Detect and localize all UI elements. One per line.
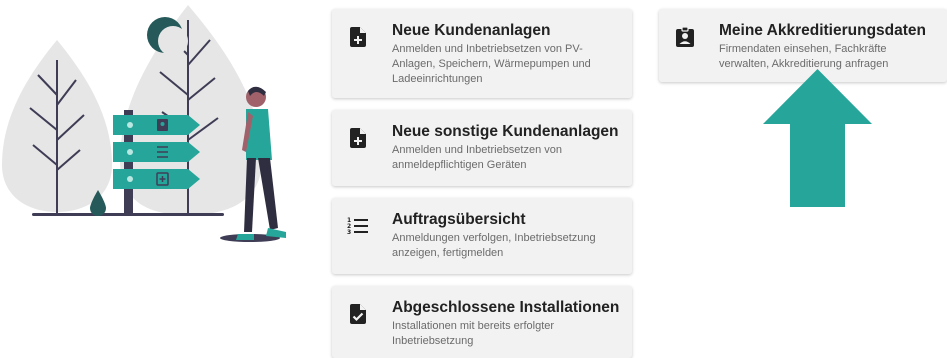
card-neue-sonstige-kundenanlagen[interactable]: Neue sonstige Kundenanlagen Anmelden und… bbox=[332, 110, 632, 186]
card-description: Anmelden und Inbetriebsetzen von anmelde… bbox=[392, 144, 563, 171]
card-auftragsuebersicht[interactable]: 1 2 3 Auftragsübersicht Anmeldungen verf… bbox=[332, 198, 632, 274]
file-check-icon bbox=[350, 304, 366, 324]
id-badge-icon bbox=[676, 26, 694, 47]
card-title: Meine Akkreditierungsdaten bbox=[719, 22, 927, 39]
card-description: Firmendaten einsehen, Fachkräfte verwalt… bbox=[719, 43, 889, 70]
card-abgeschlossene-installationen[interactable]: Abgeschlossene Installationen Installati… bbox=[332, 286, 632, 358]
card-description: Installationen mit bereits erfolgter Inb… bbox=[392, 320, 555, 347]
file-plus-icon bbox=[350, 27, 366, 47]
card-description: Anmelden und Inbetriebsetzen von PV-Anla… bbox=[392, 43, 591, 85]
card-description: Anmeldungen verfolgen, Inbetriebsetzung … bbox=[392, 232, 596, 259]
signpost-illustration bbox=[2, 5, 286, 242]
card-title: Neue Kundenanlagen bbox=[392, 22, 551, 39]
signpost-signs bbox=[113, 115, 200, 189]
numbered-list-icon: 1 2 3 bbox=[347, 217, 368, 236]
card-title: Abgeschlossene Installationen bbox=[392, 299, 620, 316]
card-neue-kundenanlagen[interactable]: Neue Kundenanlagen Anmelden und Inbetrie… bbox=[332, 9, 632, 98]
card-title: Auftragsübersicht bbox=[392, 211, 526, 228]
file-plus-icon bbox=[350, 128, 366, 148]
svg-text:3: 3 bbox=[347, 229, 351, 236]
up-arrow-icon bbox=[763, 69, 872, 207]
card-title: Neue sonstige Kundenanlagen bbox=[392, 123, 619, 140]
